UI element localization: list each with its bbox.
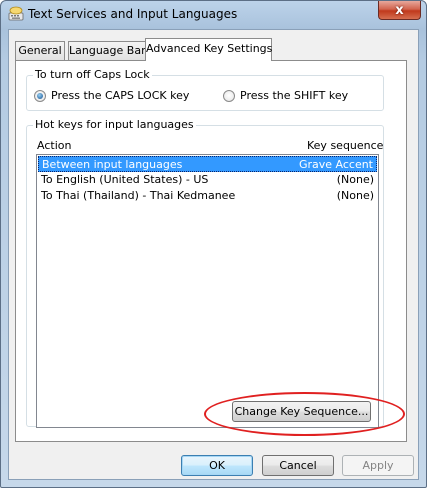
ok-button[interactable]: OK: [181, 455, 253, 476]
text-services-icon: [8, 6, 24, 21]
close-icon: x: [395, 2, 404, 18]
close-button[interactable]: x: [378, 1, 421, 20]
list-item-action: To English (United States) - US: [41, 173, 209, 186]
tab-panel: To turn off Caps Lock Press the CAPS LOC…: [15, 60, 407, 442]
list-item-action: To Thai (Thailand) - Thai Kedmanee: [41, 189, 236, 202]
title-bar[interactable]: Text Services and Input Languages x: [1, 1, 426, 29]
hotkeys-group-label: Hot keys for input languages: [33, 118, 196, 131]
list-item-sequence: (None): [336, 189, 374, 202]
dialog-client-area: General Language Bar Advanced Key Settin…: [8, 29, 419, 480]
column-header-action: Action: [37, 139, 72, 152]
tab-advanced-key-settings-label: Advanced Key Settings: [146, 42, 273, 55]
change-key-sequence-button[interactable]: Change Key Sequence...: [232, 401, 371, 422]
dialog-window: Text Services and Input Languages x Gene…: [0, 0, 427, 488]
caps-lock-option-label: Press the CAPS LOCK key: [51, 89, 190, 102]
hotkeys-list[interactable]: Between input languages Grave Accent To …: [36, 154, 379, 428]
shift-option-label: Press the SHIFT key: [240, 89, 349, 102]
shift-radio[interactable]: [223, 89, 235, 102]
list-item-sequence: Grave Accent: [298, 158, 373, 171]
list-item-action: Between input languages: [42, 158, 183, 171]
caps-lock-group-label: To turn off Caps Lock: [33, 68, 152, 81]
list-item[interactable]: To English (United States) - US (None): [38, 172, 377, 188]
caps-lock-key-option[interactable]: Press the CAPS LOCK key: [34, 89, 189, 102]
tab-general[interactable]: General: [15, 41, 65, 60]
caps-lock-radio[interactable]: [34, 89, 46, 102]
column-header-key-sequence: Key sequence: [307, 139, 384, 152]
tab-advanced-key-settings[interactable]: Advanced Key Settings: [145, 38, 272, 61]
caps-lock-group: To turn off Caps Lock Press the CAPS LOC…: [26, 68, 384, 111]
window-title: Text Services and Input Languages: [28, 7, 238, 21]
tab-general-label: General: [18, 44, 62, 57]
list-item-sequence: (None): [336, 173, 374, 186]
apply-button[interactable]: Apply: [342, 455, 414, 476]
list-item[interactable]: Between input languages Grave Accent: [38, 156, 377, 172]
tab-language-bar[interactable]: Language Bar: [68, 41, 146, 60]
list-item[interactable]: To Thai (Thailand) - Thai Kedmanee (None…: [38, 188, 377, 204]
cancel-button[interactable]: Cancel: [262, 455, 334, 476]
shift-key-option[interactable]: Press the SHIFT key: [223, 89, 348, 102]
tab-language-bar-label: Language Bar: [69, 44, 146, 57]
